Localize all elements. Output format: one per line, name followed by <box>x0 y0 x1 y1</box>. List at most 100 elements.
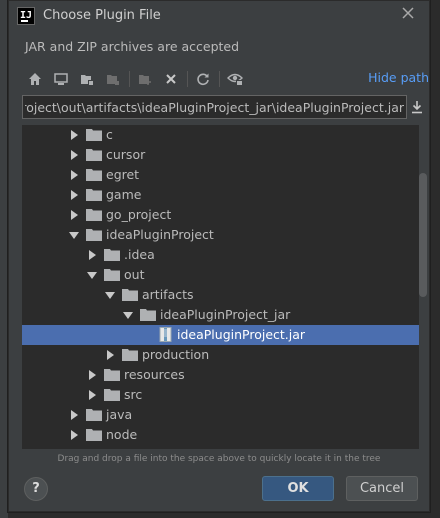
close-icon <box>402 7 414 19</box>
folder-icon <box>104 369 120 381</box>
tree-item-label: c <box>106 127 113 142</box>
refresh-button[interactable] <box>193 69 213 89</box>
new-folder-icon <box>139 75 151 85</box>
dialog-description: JAR and ZIP archives are accepted <box>25 39 240 54</box>
tree-item[interactable]: resources <box>22 365 419 385</box>
expand-arrow-icon[interactable] <box>69 430 79 440</box>
ok-button[interactable]: OK <box>262 476 334 501</box>
tree-item-label: production <box>142 347 210 362</box>
tree-item-label: cursor <box>106 147 146 162</box>
expand-arrow-icon[interactable] <box>87 370 97 380</box>
tree-item[interactable]: node <box>22 425 419 445</box>
tree-item[interactable]: ideaPluginProject_jar <box>22 305 419 325</box>
collapse-arrow-icon[interactable] <box>69 230 79 240</box>
tree-item-label: ideaPluginProject <box>106 227 214 242</box>
path-input[interactable] <box>23 96 406 118</box>
drag-drop-hint: Drag and drop a file into the space abov… <box>57 454 381 464</box>
tree-item[interactable]: src <box>22 385 419 405</box>
file-tree[interactable]: c cursor egret game go_project ideaPlugi… <box>22 125 419 449</box>
expand-arrow-icon[interactable] <box>69 190 79 200</box>
expand-arrow-icon[interactable] <box>105 350 115 360</box>
tree-item-label: artifacts <box>142 287 194 302</box>
path-download-button[interactable] <box>410 99 426 115</box>
expand-arrow-icon[interactable] <box>69 150 79 160</box>
tree-item[interactable]: go_project <box>22 205 419 225</box>
tree-item-label: out <box>124 267 145 282</box>
tree-item[interactable]: out <box>22 265 419 285</box>
module-folder-button[interactable] <box>103 69 123 89</box>
tree-item-label: node <box>106 427 138 442</box>
collapse-arrow-icon[interactable] <box>123 310 133 320</box>
home-icon <box>29 73 41 85</box>
folder-icon <box>86 149 102 161</box>
expand-arrow-icon[interactable] <box>69 210 79 220</box>
expand-arrow-icon[interactable] <box>69 410 79 420</box>
cancel-button[interactable]: Cancel <box>346 476 418 501</box>
collapse-arrow-icon[interactable] <box>87 270 97 280</box>
tree-item[interactable]: ideaPluginProject <box>22 225 419 245</box>
project-folder-icon <box>81 75 93 85</box>
toolbar-separator <box>129 71 130 87</box>
refresh-icon <box>197 73 209 86</box>
expand-arrow-icon[interactable] <box>87 390 97 400</box>
tree-item-label: ideaPluginProject_jar <box>160 307 291 322</box>
folder-icon <box>86 169 102 181</box>
desktop-button[interactable] <box>51 69 71 89</box>
tree-item-label: src <box>124 387 143 402</box>
folder-icon <box>104 249 120 261</box>
tree-item-label: resources <box>124 367 185 382</box>
folder-icon <box>86 429 102 441</box>
jar-file-icon <box>159 327 172 342</box>
module-folder-icon <box>107 75 119 85</box>
desktop-icon <box>54 73 68 85</box>
tree-scrollbar[interactable] <box>419 173 427 297</box>
hide-path-link[interactable]: Hide path <box>368 70 429 85</box>
folder-icon <box>86 229 102 241</box>
expand-arrow-icon[interactable] <box>69 130 79 140</box>
folder-icon <box>140 309 156 321</box>
tree-item[interactable]: production <box>22 345 419 365</box>
delete-button[interactable] <box>161 69 181 89</box>
project-folder-button[interactable] <box>77 69 97 89</box>
folder-icon <box>104 269 120 281</box>
tree-item-selected[interactable]: ideaPluginProject.jar <box>22 325 419 345</box>
collapse-arrow-icon[interactable] <box>105 290 115 300</box>
new-folder-button[interactable] <box>135 69 155 89</box>
toolbar-separator <box>187 71 188 87</box>
dialog-title: Choose Plugin File <box>43 8 161 23</box>
tree-item-label: go_project <box>106 207 172 222</box>
folder-icon <box>86 189 102 201</box>
help-button[interactable]: ? <box>24 477 48 501</box>
tree-item[interactable]: c <box>22 125 419 145</box>
tree-item[interactable]: game <box>22 185 419 205</box>
tree-item-label: game <box>106 187 142 202</box>
home-button[interactable] <box>25 69 45 89</box>
expand-arrow-icon[interactable] <box>69 170 79 180</box>
tree-item[interactable]: egret <box>22 165 419 185</box>
download-icon <box>412 101 422 114</box>
tree-item-label: ideaPluginProject.jar <box>177 327 306 342</box>
delete-icon <box>166 74 176 84</box>
path-input-container <box>22 95 407 119</box>
folder-icon <box>122 349 138 361</box>
folder-icon <box>86 409 102 421</box>
tree-item-label: egret <box>106 167 140 182</box>
folder-icon <box>86 129 102 141</box>
tree-item[interactable]: java <box>22 405 419 425</box>
show-hidden-icon <box>227 73 243 86</box>
folder-icon <box>122 289 138 301</box>
intellij-logo-icon: IJ <box>17 7 35 25</box>
toolbar-separator <box>219 71 220 87</box>
tree-item[interactable]: .idea <box>22 245 419 265</box>
ide-background-left <box>0 0 8 518</box>
choose-plugin-file-dialog: IJ Choose Plugin File JAR and ZIP archiv… <box>8 0 430 512</box>
folder-icon <box>86 209 102 221</box>
tree-item-label: java <box>106 407 133 422</box>
close-button[interactable] <box>399 6 417 24</box>
show-hidden-button[interactable] <box>225 69 245 89</box>
tree-item[interactable]: artifacts <box>22 285 419 305</box>
file-chooser-toolbar: Hide path <box>21 67 429 91</box>
dialog-titlebar: IJ Choose Plugin File <box>9 1 429 31</box>
expand-arrow-icon[interactable] <box>87 250 97 260</box>
tree-item[interactable]: cursor <box>22 145 419 165</box>
